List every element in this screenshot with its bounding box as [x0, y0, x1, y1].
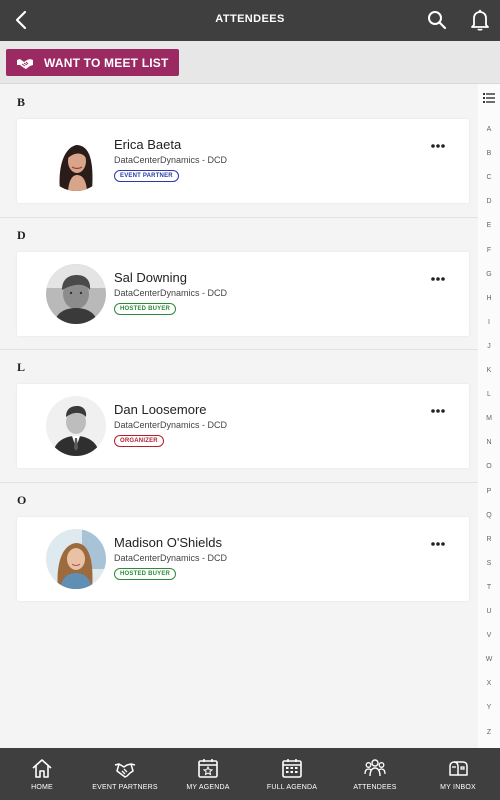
- more-options-icon[interactable]: [431, 408, 445, 414]
- nav-my-agenda-label: MY AGENDA: [186, 784, 230, 791]
- index-letter-x[interactable]: X: [478, 680, 500, 687]
- status-badge: EVENT PARTNER: [114, 170, 179, 182]
- attendee-card[interactable]: Madison O'Shields DataCenterDynamics - D…: [17, 517, 469, 601]
- want-to-meet-list-button[interactable]: WANT TO MEET LIST: [6, 49, 179, 76]
- index-letter-l[interactable]: L: [478, 391, 500, 398]
- index-letter-t[interactable]: T: [478, 584, 500, 591]
- status-badge: HOSTED BUYER: [114, 303, 177, 315]
- calendar-star-icon: [198, 759, 218, 778]
- index-letter-m[interactable]: M: [478, 415, 500, 422]
- attendee-company: DataCenterDynamics - DCD: [114, 553, 228, 563]
- attendee-card[interactable]: Sal Downing DataCenterDynamics - DCD HOS…: [17, 252, 469, 336]
- mailbox-icon: [449, 761, 468, 776]
- nav-home[interactable]: HOME: [0, 748, 84, 800]
- more-options-icon[interactable]: [431, 541, 445, 547]
- index-letter-y[interactable]: Y: [478, 704, 500, 711]
- index-letter-v[interactable]: V: [478, 632, 500, 639]
- nav-attendees[interactable]: ATTENDEES: [333, 748, 417, 800]
- avatar: [46, 396, 106, 456]
- index-letter-h[interactable]: H: [478, 295, 500, 302]
- handshake-icon: [17, 58, 33, 69]
- attendee-list[interactable]: B Erica Baeta DataCenterDynamics - DCD E…: [0, 84, 478, 748]
- index-letter-n[interactable]: N: [478, 439, 500, 446]
- home-icon: [32, 759, 52, 778]
- nav-my-inbox-label: MY INBOX: [440, 784, 476, 791]
- nav-attendees-label: ATTENDEES: [353, 784, 397, 791]
- index-letter-b[interactable]: B: [478, 150, 500, 157]
- nav-my-inbox[interactable]: MY INBOX: [416, 748, 500, 800]
- index-letter-a[interactable]: A: [478, 126, 500, 133]
- index-letter-q[interactable]: Q: [478, 512, 500, 519]
- want-to-meet-list-label: WANT TO MEET LIST: [44, 55, 169, 70]
- bottom-navigation: HOME EVENT PARTNERS MY AGENDA FULL AGEND…: [0, 748, 500, 800]
- more-options-icon[interactable]: [431, 276, 445, 282]
- index-letter-c[interactable]: C: [478, 174, 500, 181]
- attendee-name: Sal Downing: [114, 270, 187, 285]
- calendar-grid-icon: [282, 759, 302, 778]
- index-letter-p[interactable]: P: [478, 488, 500, 495]
- handshake-icon: [114, 763, 136, 778]
- status-badge: HOSTED BUYER: [114, 568, 177, 580]
- section-header-b: B: [17, 95, 26, 109]
- index-letter-d[interactable]: D: [478, 198, 500, 205]
- index-letter-r[interactable]: R: [478, 536, 500, 543]
- section-divider: [0, 217, 478, 218]
- index-letter-w[interactable]: W: [478, 656, 500, 663]
- nav-my-agenda[interactable]: MY AGENDA: [166, 748, 250, 800]
- search-icon[interactable]: [427, 10, 447, 30]
- attendee-name: Dan Loosemore: [114, 402, 207, 417]
- index-letter-z[interactable]: Z: [478, 729, 500, 736]
- nav-home-label: HOME: [31, 784, 53, 791]
- section-divider: [0, 482, 478, 483]
- index-letter-e[interactable]: E: [478, 222, 500, 229]
- attendee-name: Madison O'Shields: [114, 535, 222, 550]
- action-strip: WANT TO MEET LIST: [0, 41, 500, 84]
- status-badge: ORGANIZER: [114, 435, 164, 447]
- index-letter-k[interactable]: K: [478, 367, 500, 374]
- attendee-company: DataCenterDynamics - DCD: [114, 420, 228, 430]
- index-letter-s[interactable]: S: [478, 560, 500, 567]
- index-letter-g[interactable]: G: [478, 271, 500, 278]
- attendee-name: Erica Baeta: [114, 137, 182, 152]
- index-letter-o[interactable]: O: [478, 463, 500, 470]
- nav-event-partners[interactable]: EVENT PARTNERS: [83, 748, 167, 800]
- index-letter-i[interactable]: I: [478, 319, 500, 326]
- section-header-d: D: [17, 228, 26, 242]
- avatar: [46, 131, 106, 191]
- attendee-company: DataCenterDynamics - DCD: [114, 155, 228, 165]
- attendee-card[interactable]: Dan Loosemore DataCenterDynamics - DCD O…: [17, 384, 469, 468]
- bell-icon[interactable]: [470, 9, 490, 31]
- nav-event-partners-label: EVENT PARTNERS: [92, 784, 158, 791]
- section-divider: [0, 349, 478, 350]
- index-letter-f[interactable]: F: [478, 247, 500, 254]
- alphabet-index[interactable]: A B C D E F G H I J K L M N O P Q R S T U V W X Y Z: [478, 84, 500, 748]
- avatar: [46, 264, 106, 324]
- more-options-icon[interactable]: [431, 143, 445, 149]
- index-letter-u[interactable]: U: [478, 608, 500, 615]
- attendee-company: DataCenterDynamics - DCD: [114, 288, 228, 298]
- avatar: [46, 529, 106, 589]
- page-title: ATTENDEES: [215, 13, 285, 25]
- top-app-bar: ATTENDEES: [0, 0, 500, 41]
- list-view-icon[interactable]: [483, 93, 495, 103]
- index-letter-j[interactable]: J: [478, 343, 500, 350]
- section-header-l: L: [17, 360, 26, 374]
- people-icon: [364, 759, 386, 777]
- nav-full-agenda[interactable]: FULL AGENDA: [250, 748, 334, 800]
- section-header-o: O: [17, 493, 27, 507]
- attendee-card[interactable]: Erica Baeta DataCenterDynamics - DCD EVE…: [17, 119, 469, 203]
- nav-full-agenda-label: FULL AGENDA: [266, 784, 318, 791]
